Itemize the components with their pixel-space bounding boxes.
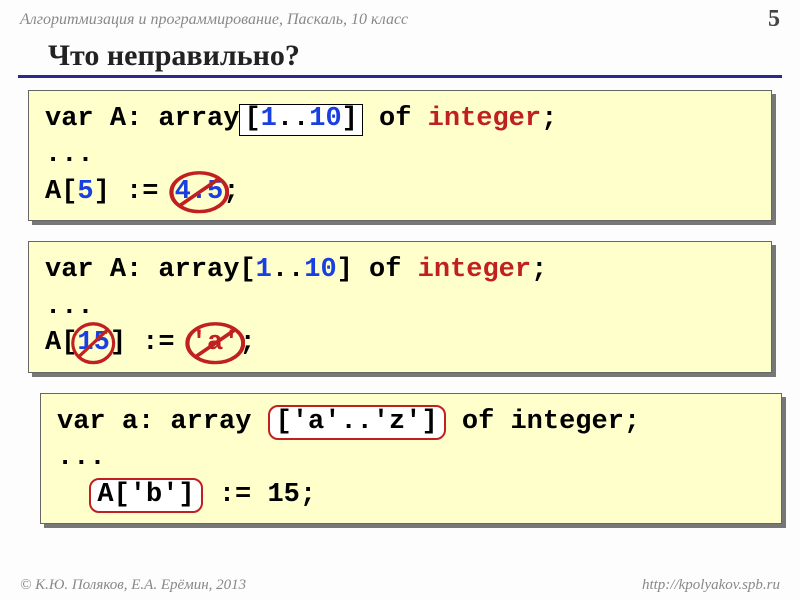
code-box-2: var A: array[1..10] of integer; ... A[ 1… xyxy=(28,241,772,372)
code-line: var a: array ['a'..'z'] of integer; xyxy=(57,404,765,440)
code-line: ... xyxy=(45,137,755,173)
crossed-value: 'a' xyxy=(191,325,240,361)
slide-title: Что неправильно? xyxy=(18,35,782,78)
page-number: 5 xyxy=(768,6,780,33)
code-line: A['b'] := 15; xyxy=(57,477,765,513)
crossed-value: 4.5 xyxy=(175,174,224,210)
code-line: var A: array[1..10] of integer; xyxy=(45,252,755,288)
code-box-3: var a: array ['a'..'z'] of integer; ... … xyxy=(40,393,782,524)
char-index-box: A['b'] xyxy=(89,478,202,513)
code-line: ... xyxy=(57,440,765,476)
code-line: A[ 15 ] := 'a' ; xyxy=(45,325,755,361)
char-range-box: ['a'..'z'] xyxy=(268,405,446,440)
code-line: A[5] := 4.5 ; xyxy=(45,174,755,210)
keyword-var: var xyxy=(45,104,94,134)
subject-label: Алгоритмизация и программирование, Паска… xyxy=(20,11,408,29)
url-label: http://kpolyakov.spb.ru xyxy=(642,577,780,594)
code-line: ... xyxy=(45,289,755,325)
code-box-1: var A: array[1..10] of integer; ... A[5]… xyxy=(28,90,772,221)
crossed-index: 15 xyxy=(77,325,109,361)
range-box: [1..10] xyxy=(239,104,362,136)
code-line: var A: array[1..10] of integer; xyxy=(45,101,755,137)
copyright-label: © К.Ю. Поляков, Е.А. Ерёмин, 2013 xyxy=(20,577,246,594)
header-bar: Алгоритмизация и программирование, Паска… xyxy=(0,0,800,35)
footer-bar: © К.Ю. Поляков, Е.А. Ерёмин, 2013 http:/… xyxy=(0,577,800,594)
